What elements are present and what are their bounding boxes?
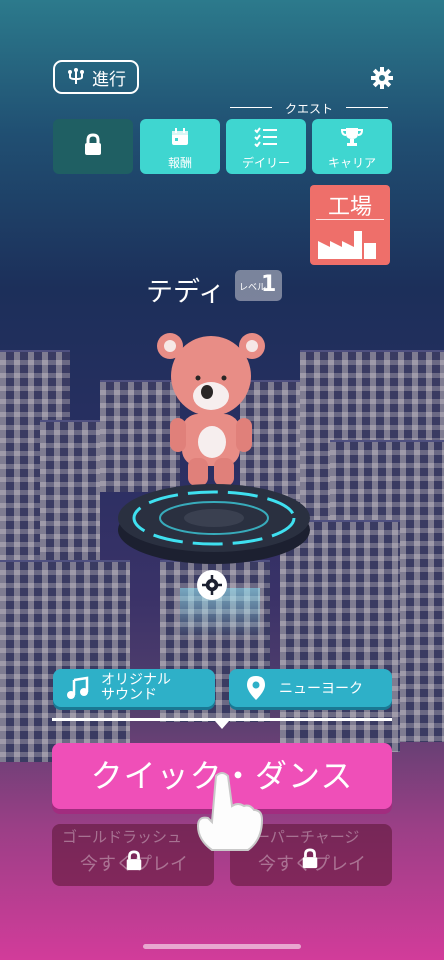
character-name: テディ	[146, 277, 226, 308]
dance-platform	[118, 484, 310, 564]
quest-career-label: キャリア	[327, 156, 376, 170]
quest-daily-button[interactable]: デイリー	[226, 119, 306, 174]
music-note-icon	[67, 676, 89, 699]
gold-rush-button[interactable]: ゴールドラッシュ 今すぐプレイ	[52, 824, 214, 886]
progress-button[interactable]: 進行	[53, 60, 139, 94]
factory-divider	[316, 219, 384, 220]
tree-icon	[68, 68, 84, 84]
quest-reward-button[interactable]: 報酬	[140, 119, 220, 174]
calendar-icon	[172, 128, 188, 145]
checklist-icon	[254, 127, 277, 148]
music-label: オリジナル サウンド	[101, 672, 171, 703]
quest-reward-label: 報酬	[167, 156, 192, 170]
home-indicator	[143, 944, 301, 949]
divider	[52, 718, 392, 729]
settings-gear-icon[interactable]	[370, 66, 394, 90]
city-button[interactable]: ニューヨーク	[229, 669, 392, 707]
platform-settings-button[interactable]	[197, 570, 227, 600]
gold-rush-title: ゴールドラッシュ	[62, 828, 183, 846]
quest-header: クエスト	[230, 100, 388, 116]
factory-button[interactable]: 工場	[310, 185, 390, 265]
music-button[interactable]: オリジナル サウンド	[53, 669, 215, 707]
level-number: 1	[261, 272, 277, 297]
factory-label: 工場	[327, 195, 372, 220]
level-badge: レベル 1	[235, 270, 282, 301]
progress-label: 進行	[92, 69, 126, 90]
lock-icon	[126, 850, 142, 871]
teddy-character[interactable]	[150, 328, 270, 493]
quest-career-button[interactable]: キャリア	[312, 119, 392, 174]
lock-icon	[302, 848, 318, 869]
quest-locked-button[interactable]	[53, 119, 133, 174]
quest-daily-label: デイリー	[241, 156, 290, 170]
game-screen: 進行 クエスト 報酬 デイリー キャリア 工場 テディ レベル 1 オリジナル …	[0, 0, 444, 960]
gear-icon	[202, 575, 222, 595]
tutorial-hand-icon	[196, 772, 264, 851]
lock-icon	[85, 133, 101, 155]
location-pin-icon	[247, 676, 265, 700]
city-label: ニューヨーク	[279, 681, 363, 697]
factory-icon	[318, 231, 376, 259]
trophy-icon	[340, 128, 364, 146]
